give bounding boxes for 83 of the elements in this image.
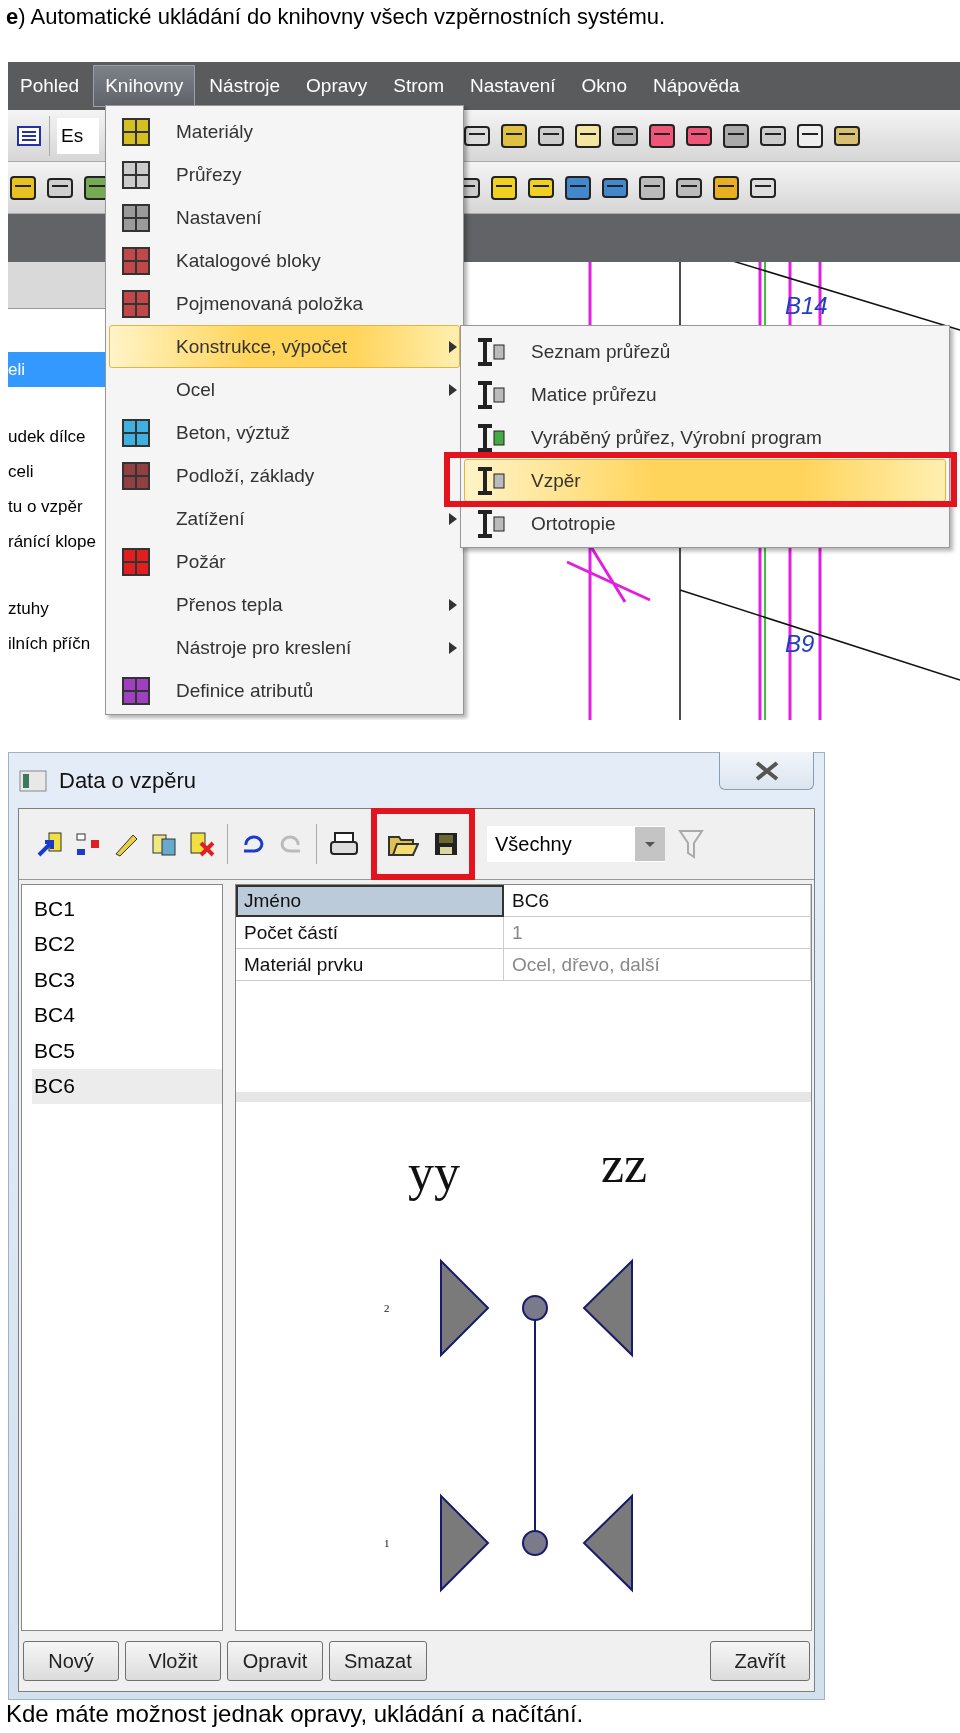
- tree-item[interactable]: udek dílce: [8, 419, 105, 454]
- funnel-icon: [677, 828, 705, 860]
- menu-item[interactable]: Katalogové bloky: [109, 239, 460, 282]
- caption: Kde máte možnost jednak opravy, ukládání a načítání.: [5, 1700, 585, 1729]
- menu-item[interactable]: Zatížení: [109, 497, 460, 540]
- menu-item[interactable]: Podloží, základy: [109, 454, 460, 497]
- library-icon: [121, 417, 151, 448]
- section-icon: [475, 379, 507, 410]
- tree-item[interactable]: tu o vzpěr: [8, 489, 105, 524]
- menu-item[interactable]: Vzpěr: [464, 459, 946, 502]
- dialog-button[interactable]: Nový: [23, 1641, 119, 1681]
- menu-item[interactable]: Ocel: [109, 368, 460, 411]
- library-icon: [121, 546, 151, 577]
- menu-item[interactable]: Přenos tepla: [109, 583, 460, 626]
- menu-item[interactable]: Pohled: [8, 65, 92, 107]
- menu-item[interactable]: Matice průřezu: [464, 373, 946, 416]
- tree-item[interactable]: ztuhy: [8, 591, 105, 626]
- close-icon: [753, 760, 780, 781]
- library-icon: [121, 675, 151, 706]
- filter-dropdown[interactable]: Všechny: [487, 826, 665, 862]
- delete-icon: [189, 831, 215, 857]
- axis-label: yy: [408, 1144, 460, 1201]
- submenu-arrow-icon: [447, 382, 459, 397]
- submenu-arrow-icon: [447, 597, 459, 612]
- menu-item[interactable]: Knihovny: [93, 65, 196, 107]
- menu-item[interactable]: Průřezy: [109, 153, 460, 196]
- close-button[interactable]: [719, 752, 814, 790]
- menu-item[interactable]: Okno: [569, 65, 639, 107]
- caption: e) Automatické ukládání do knihovny všech vzpěrnostních systému.: [5, 3, 667, 31]
- menu-item[interactable]: Opravy: [294, 65, 380, 107]
- tree-item[interactable]: ilních příčn: [8, 626, 105, 661]
- printer-icon: [329, 831, 359, 857]
- node-number: 2: [384, 1302, 390, 1314]
- menu-item[interactable]: Seznam průřezů: [464, 330, 946, 373]
- menu-item[interactable]: Definice atributů: [109, 669, 460, 712]
- split-icon: [75, 831, 101, 857]
- section-icon: [475, 336, 507, 367]
- dialog-button[interactable]: Smazat: [329, 1641, 427, 1681]
- copy-icon: [151, 831, 177, 857]
- window-icon: [19, 769, 47, 792]
- library-icon: [121, 460, 151, 491]
- menu-item[interactable]: Vyráběný průřez, Výrobní program: [464, 416, 946, 459]
- section-icon: [475, 422, 507, 453]
- submenu-arrow-icon: [447, 339, 459, 354]
- property-value[interactable]: BC6: [504, 885, 811, 917]
- submenu-arrow-icon: [447, 511, 459, 526]
- menu-item[interactable]: Nástroje: [197, 65, 293, 107]
- menu-item[interactable]: Beton, výztuž: [109, 411, 460, 454]
- library-icon: [121, 159, 151, 190]
- axis-label: zz: [601, 1136, 648, 1193]
- menu-item[interactable]: Pojmenovaná položka: [109, 282, 460, 325]
- list-item[interactable]: BC3: [32, 962, 222, 998]
- menu-item[interactable]: Nastavení: [458, 65, 568, 107]
- library-icon: [121, 245, 151, 276]
- submenu-arrow-icon: [447, 640, 459, 655]
- section-icon: [475, 465, 507, 496]
- menu-item[interactable]: Materiály: [109, 110, 460, 153]
- tree-item[interactable]: celi: [8, 454, 105, 489]
- menu-item[interactable]: Ortotropie: [464, 502, 946, 545]
- menu-item[interactable]: Požár: [109, 540, 460, 583]
- library-icon: [121, 202, 151, 233]
- dialog-button[interactable]: Opravit: [227, 1641, 323, 1681]
- list-item[interactable]: BC5: [32, 1033, 222, 1069]
- list-item[interactable]: BC6: [32, 1068, 222, 1104]
- menu-item[interactable]: Strom: [381, 65, 457, 107]
- list-item[interactable]: BC2: [32, 926, 222, 962]
- menu-item[interactable]: Nápověda: [641, 65, 752, 107]
- input-field[interactable]: Es: [57, 117, 99, 154]
- list-item[interactable]: BC4: [32, 997, 222, 1033]
- property-name[interactable]: Jméno: [236, 885, 504, 917]
- arrow-icon: [37, 831, 63, 857]
- window-title: Data o vzpěru: [59, 767, 196, 794]
- dialog-button[interactable]: Vložit: [125, 1641, 221, 1681]
- tree-item[interactable]: ránící klope: [8, 524, 105, 559]
- section-icon: [475, 508, 507, 539]
- library-icon: [121, 288, 151, 319]
- menu-item[interactable]: Konstrukce, výpočet: [109, 325, 460, 368]
- menu-item[interactable]: Nástroje pro kreslení: [109, 626, 460, 669]
- menu-item[interactable]: Nastavení: [109, 196, 460, 239]
- library-icon: [121, 116, 151, 147]
- dialog-button[interactable]: Zavřít: [710, 1641, 810, 1681]
- list-item[interactable]: BC1: [32, 891, 222, 927]
- node-number: 1: [384, 1537, 390, 1549]
